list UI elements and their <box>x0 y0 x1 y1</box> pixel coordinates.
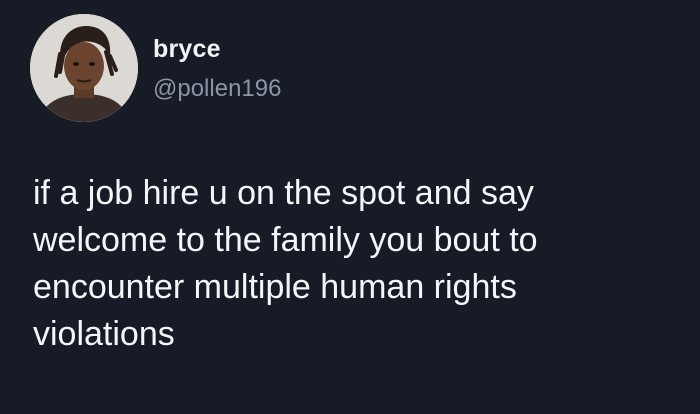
tweet-text-line: encounter multiple human rights <box>33 268 517 306</box>
profile-photo-icon <box>30 14 138 122</box>
tweet-text-line: violations <box>33 315 175 353</box>
avatar[interactable] <box>30 14 138 122</box>
tweet-card: bryce @pollen196 if a job hire u on the … <box>0 0 700 414</box>
tweet-text: if a job hire u on the spot and say welc… <box>33 170 683 358</box>
tweet-text-line: welcome to the family you bout to <box>33 221 538 259</box>
user-handle[interactable]: @pollen196 <box>153 74 281 104</box>
tweet-text-line: if a job hire u on the spot and say <box>33 174 534 212</box>
display-name[interactable]: bryce <box>153 34 221 64</box>
